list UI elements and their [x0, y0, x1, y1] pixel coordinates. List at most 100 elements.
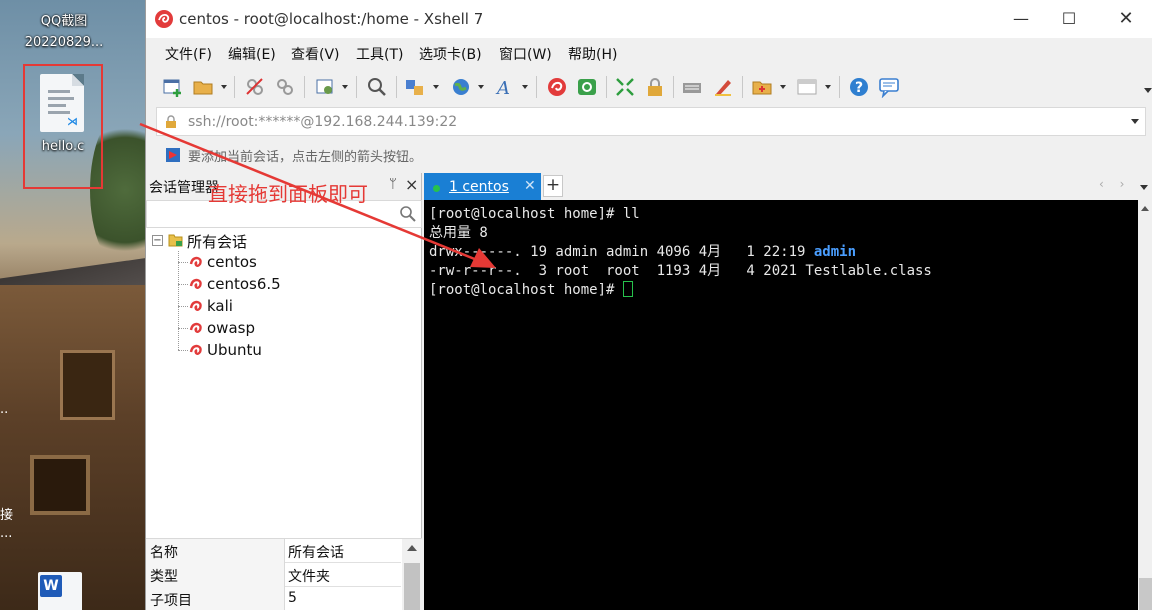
tab-strip: 1 centos ✕ + ‹ ›	[424, 173, 1152, 200]
property-row: 名称 所有会话	[146, 539, 401, 563]
file-line	[48, 104, 66, 107]
menu-edit[interactable]: 编辑(E)	[228, 44, 276, 64]
lock-icon[interactable]	[644, 76, 666, 98]
menu-window[interactable]: 窗口(W)	[499, 44, 552, 64]
address-input[interactable]: ssh://root:******@192.168.244.139:22	[188, 114, 457, 130]
terminal-scrollbar[interactable]	[1138, 200, 1152, 610]
xshell-logo-icon	[155, 10, 173, 28]
toolbar-separator	[673, 76, 674, 98]
lock-icon	[166, 115, 176, 128]
open-folder-icon[interactable]	[192, 76, 214, 98]
disconnect-icon[interactable]	[244, 76, 266, 98]
dropdown-arrow-icon[interactable]	[433, 85, 439, 89]
reconnect-icon[interactable]	[274, 76, 296, 98]
desktop-wallpaper-house	[0, 285, 145, 610]
word-document-icon[interactable]: W	[38, 572, 82, 610]
dropdown-arrow-icon[interactable]	[221, 85, 227, 89]
terminal[interactable]: [root@localhost home]# ll 总用量 8 drwx----…	[424, 200, 1138, 610]
property-row: 子项目 5	[146, 587, 401, 610]
panel-close-icon[interactable]: ×	[405, 175, 418, 194]
terminal-line: drwx------. 19 admin admin 4096 4月 1 22:…	[429, 243, 1138, 262]
scroll-up-icon[interactable]	[1141, 206, 1149, 211]
tab-close-icon[interactable]: ✕	[524, 178, 536, 194]
dropdown-arrow-icon[interactable]	[825, 85, 831, 89]
desktop-partial-char: 接	[0, 508, 14, 523]
window-title: centos - root@localhost:/home - Xshell 7	[179, 10, 484, 28]
desktop-icon-qq-label[interactable]: QQ截图	[14, 14, 114, 30]
scroll-thumb[interactable]	[1139, 578, 1152, 610]
xshell-icon[interactable]	[546, 76, 568, 98]
menu-tools[interactable]: 工具(T)	[356, 44, 403, 64]
c-file-icon[interactable]: ⋊	[40, 74, 84, 132]
fullscreen-icon[interactable]	[614, 76, 636, 98]
tab-menu-chevron-icon[interactable]	[1140, 185, 1148, 190]
help-icon[interactable]: ?	[848, 76, 870, 98]
hint-text: 要添加当前会话，点击左侧的箭头按钮。	[188, 150, 423, 165]
menu-bar: 文件(F) 编辑(E) 查看(V) 工具(T) 选项卡(B) 窗口(W) 帮助(…	[146, 38, 1152, 68]
search-icon[interactable]	[399, 205, 417, 223]
menu-view[interactable]: 查看(V)	[291, 44, 340, 64]
properties-icon[interactable]	[314, 76, 336, 98]
terminal-line: [root@localhost home]# ll	[429, 206, 640, 222]
chat-icon[interactable]	[878, 76, 900, 98]
xftp-icon[interactable]	[576, 76, 598, 98]
toolbar-separator	[396, 76, 397, 98]
toolbar-overflow-chevron-icon[interactable]	[1144, 88, 1152, 93]
globe-icon[interactable]	[450, 76, 472, 98]
tree-connector	[178, 328, 188, 329]
desktop-partial-ellipsis: ...	[0, 526, 13, 541]
desktop-wallpaper-window	[30, 455, 90, 515]
property-key: 子项目	[146, 587, 285, 610]
page-fold	[72, 74, 84, 86]
address-bar[interactable]: ssh://root:******@192.168.244.139:22	[156, 107, 1146, 136]
tree-connector	[178, 306, 188, 307]
pin-icon[interactable]: ᛘ	[389, 177, 397, 192]
menu-file[interactable]: 文件(F)	[165, 44, 212, 64]
highlight-icon[interactable]	[712, 76, 734, 98]
tab-scroll-arrows[interactable]: ‹ ›	[1099, 177, 1130, 191]
add-tab-button[interactable]: +	[543, 175, 563, 197]
dropdown-arrow-icon[interactable]	[342, 85, 348, 89]
desktop-wallpaper-window	[60, 350, 115, 420]
toolbar-separator	[356, 76, 357, 98]
title-bar[interactable]: centos - root@localhost:/home - Xshell 7…	[146, 0, 1152, 38]
properties-table: 名称 所有会话 类型 文件夹 子项目 5	[146, 538, 422, 610]
menu-tab[interactable]: 选项卡(B)	[419, 44, 482, 64]
dropdown-arrow-icon[interactable]	[522, 85, 528, 89]
keyboard-icon[interactable]	[681, 76, 703, 98]
add-session-arrow-icon[interactable]	[164, 146, 182, 164]
property-key: 名称	[146, 539, 285, 563]
collapse-toggle-icon[interactable]: −	[152, 235, 163, 246]
tab-label: 1 centos	[449, 179, 509, 195]
scroll-thumb[interactable]	[404, 563, 420, 610]
font-icon[interactable]: A	[494, 76, 516, 98]
tree-connector	[178, 251, 179, 350]
session-icon	[189, 322, 202, 333]
minimize-button[interactable]: —	[1006, 6, 1036, 32]
layout-icon[interactable]	[796, 76, 818, 98]
chevron-down-icon[interactable]	[1131, 119, 1139, 124]
terminal-line: -rw-r--r--. 3 root root 1193 4月 4 2021 T…	[429, 263, 932, 279]
session-label: centos6.5	[207, 275, 281, 293]
new-session-icon[interactable]	[162, 76, 184, 98]
desktop-partial-label: 接 ...	[0, 507, 13, 543]
dropdown-arrow-icon[interactable]	[780, 85, 786, 89]
properties-scrollbar[interactable]	[402, 539, 422, 610]
property-row: 类型 文件夹	[146, 563, 401, 587]
transfer-icon[interactable]	[404, 76, 426, 98]
tree-connector	[178, 284, 188, 285]
maximize-button[interactable]: ☐	[1054, 6, 1084, 32]
scroll-up-icon[interactable]	[407, 545, 417, 551]
tab-centos[interactable]: 1 centos ✕	[424, 173, 541, 200]
session-label: centos	[207, 253, 257, 271]
close-button[interactable]: ✕	[1111, 6, 1141, 32]
desktop-icon-hello-label[interactable]: hello.c	[20, 139, 106, 155]
dropdown-arrow-icon[interactable]	[478, 85, 484, 89]
menu-help[interactable]: 帮助(H)	[568, 44, 617, 64]
compose-icon[interactable]	[751, 76, 773, 98]
session-manager-panel: 会话管理器 ᛘ × − 所有会话 centos centos6.5 kali o…	[146, 173, 422, 610]
session-tree: − 所有会话 centos centos6.5 kali owasp Ubunt…	[146, 229, 421, 529]
desktop-icon-qq-date[interactable]: 20220829...	[14, 35, 114, 51]
find-icon[interactable]	[366, 76, 388, 98]
svg-text:?: ?	[855, 80, 863, 96]
